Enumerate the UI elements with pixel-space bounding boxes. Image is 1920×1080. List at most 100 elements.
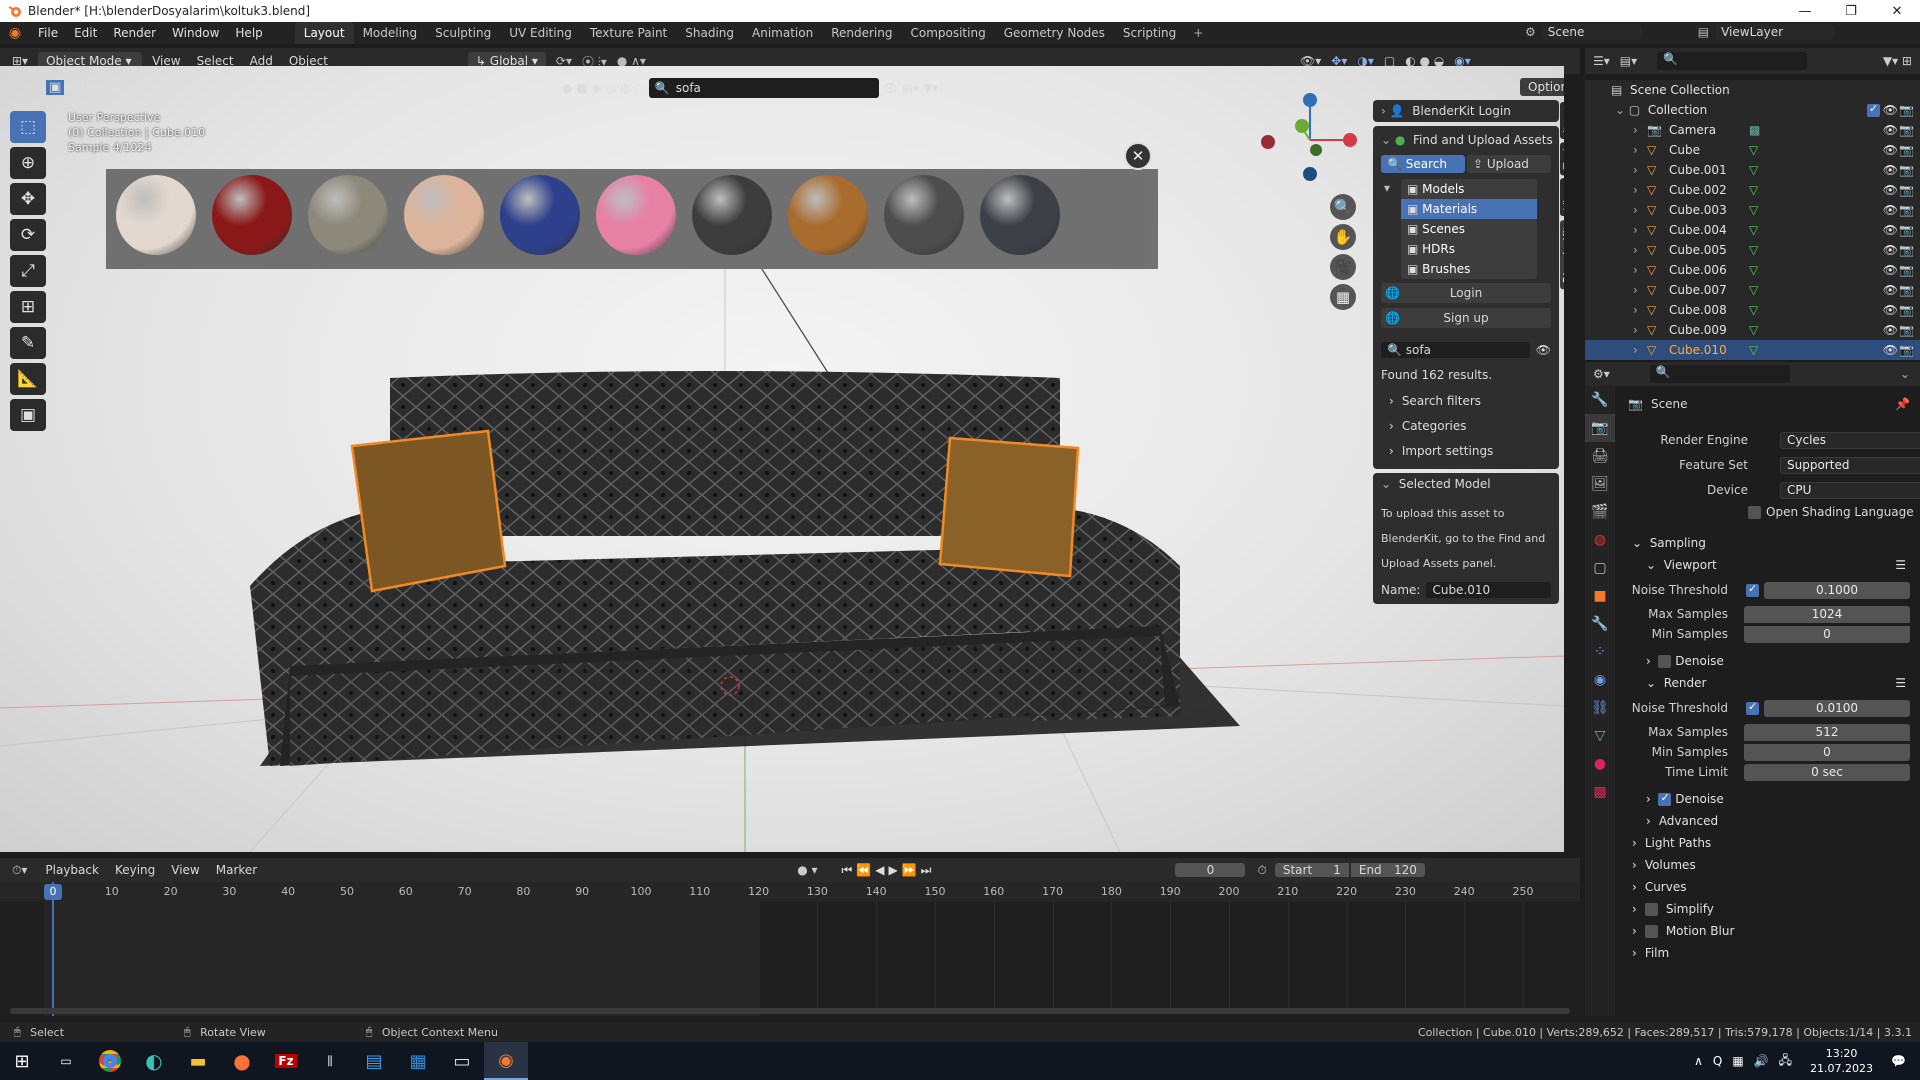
panel-search-input[interactable]: 🔍 sofa — [1381, 342, 1530, 358]
mesh-data-icon[interactable]: ▽ — [1749, 223, 1758, 237]
outliner-filter-icon[interactable]: ▼▾ ⊞ — [1883, 54, 1912, 68]
render-noise-field[interactable]: 0.0100 — [1764, 699, 1910, 717]
data-tab-icon[interactable]: ▽ — [1585, 722, 1615, 750]
render-camera-icon[interactable]: 📷 — [1899, 183, 1914, 197]
expand-icon[interactable]: › — [1633, 283, 1647, 297]
modifier-tab-icon[interactable]: 🔧 — [1585, 610, 1615, 638]
outliner-item[interactable]: › ▽ Cube.009 ▽ 👁 📷 — [1585, 320, 1920, 340]
ortho-toggle-icon[interactable]: ▦ — [1330, 284, 1356, 310]
section-film[interactable]: › Film — [1620, 942, 1920, 964]
tray-chevron-icon[interactable]: ∧ — [1694, 1054, 1703, 1068]
section-light-paths[interactable]: › Light Paths — [1620, 832, 1920, 854]
material-thumbnail[interactable] — [596, 175, 676, 255]
file-explorer-icon[interactable]: ▬ — [176, 1042, 220, 1080]
section-import-settings[interactable]: › Import settings — [1373, 438, 1559, 463]
workspace-tab-geometry-nodes[interactable]: Geometry Nodes — [995, 22, 1114, 44]
menu-render[interactable]: Render — [105, 22, 164, 44]
render-denoise-checkbox[interactable] — [1658, 791, 1672, 806]
properties-search-input[interactable]: 🔍 — [1649, 365, 1790, 383]
tray-drive-icon[interactable]: ▦ — [1732, 1054, 1743, 1068]
physics-tab-icon[interactable]: ◉ — [1585, 666, 1615, 694]
render-camera-icon[interactable]: 📷 — [1899, 283, 1914, 297]
edge-icon[interactable]: ◐ — [132, 1042, 176, 1080]
feature-set-dropdown[interactable]: Supported⌄ — [1780, 456, 1920, 474]
tool-tab-icon[interactable]: 🔧 — [1585, 386, 1615, 414]
render-noise-checkbox[interactable] — [1746, 700, 1759, 715]
add-workspace-button[interactable]: + — [1185, 26, 1211, 40]
texture-tab-icon[interactable]: ▩ — [1585, 778, 1615, 806]
app-icon[interactable]: ▦ — [396, 1042, 440, 1080]
filezilla-icon[interactable]: Fz — [264, 1042, 308, 1080]
visibility-eye-icon[interactable]: 👁 — [1883, 303, 1898, 317]
npanel-tab-item[interactable]: Item — [1560, 102, 1564, 140]
menu-help[interactable]: Help — [227, 22, 270, 44]
pan-icon[interactable]: ✋ — [1330, 224, 1356, 250]
collection-row[interactable]: ⌄ ▢ Collection👁📷 — [1585, 100, 1920, 120]
visibility-eye-icon[interactable]: 👁 — [1883, 143, 1898, 157]
move-tool-icon[interactable]: ✥ — [10, 183, 46, 215]
blender-menu-icon[interactable]: ◉ — [0, 25, 30, 41]
section-motion-blur[interactable]: › Motion Blur — [1620, 920, 1920, 942]
render-camera-icon[interactable]: 📷 — [1899, 163, 1914, 177]
outliner-item[interactable]: › ▽ Cube ▽ 👁 📷 — [1585, 140, 1920, 160]
object-tab-icon[interactable]: ■ — [1585, 582, 1615, 610]
select-subtract-icon[interactable]: ◨ — [81, 80, 93, 95]
viewlayer-tab-icon[interactable]: 🖼 — [1585, 470, 1615, 498]
transform-tool-icon[interactable]: ⊞ — [10, 291, 46, 323]
section-categories[interactable]: › Categories — [1373, 413, 1559, 438]
render-camera-icon[interactable]: 📷 — [1899, 343, 1914, 357]
viewport-denoise-row[interactable]: › Denoise — [1620, 650, 1920, 672]
time-limit-field[interactable]: 0 sec — [1744, 763, 1910, 781]
viewport-presets-icon[interactable]: ☰ — [1895, 558, 1906, 572]
render-camera-icon[interactable]: 📷 — [1899, 303, 1914, 317]
store-icon[interactable]: ▤ — [352, 1042, 396, 1080]
3d-viewport[interactable]: User Perspective (0) Collection | Cube.0… — [0, 66, 1564, 852]
clock[interactable]: 13:20 21.07.2023 — [1810, 1046, 1873, 1076]
material-thumbnail[interactable] — [404, 175, 484, 255]
mixer-icon[interactable]: ⫼ — [308, 1042, 352, 1080]
outliner-item[interactable]: › ▽ Cube.006 ▽ 👁 📷 — [1585, 260, 1920, 280]
select-new-icon[interactable]: ▣ — [46, 80, 65, 95]
npanel-tab-tool[interactable]: Tool — [1560, 142, 1564, 176]
render-tab-icon[interactable]: 📷 — [1585, 414, 1615, 442]
login-panel-header[interactable]: › 👤 BlenderKit Login — [1373, 100, 1559, 122]
viewport-search-input[interactable]: 🔍 sofa — [648, 78, 879, 98]
outliner-item[interactable]: › 📷 Camera ▩ 👁 📷 — [1585, 120, 1920, 140]
outliner-item[interactable]: › ▽ Cube.002 ▽ 👁 📷 — [1585, 180, 1920, 200]
render-camera-icon[interactable]: 📷 — [1899, 263, 1914, 277]
material-thumbnail[interactable] — [692, 175, 772, 255]
material-thumbnail[interactable] — [212, 175, 292, 255]
material-thumbnail[interactable] — [980, 175, 1060, 255]
material-thumbnail[interactable] — [884, 175, 964, 255]
login-button[interactable]: 🌐 Login — [1381, 283, 1551, 303]
expand-icon[interactable]: › — [1633, 323, 1647, 337]
material-thumbnail[interactable] — [500, 175, 580, 255]
category-brushes[interactable]: ▣ Brushes — [1401, 259, 1537, 279]
close-window-button[interactable]: ✕ — [1874, 0, 1920, 22]
close-results-button[interactable]: ✕ — [1124, 142, 1152, 170]
nav-gizmo[interactable] — [1260, 90, 1360, 190]
pin-icon[interactable]: 📌 — [1895, 397, 1910, 411]
expand-icon[interactable]: › — [1633, 223, 1647, 237]
display-mode-icon[interactable]: ▤▾ — [1620, 54, 1637, 68]
scene-field[interactable]: Scene — [1541, 24, 1642, 40]
category-hdrs[interactable]: ▣ HDRs — [1401, 239, 1537, 259]
end-frame-field[interactable]: End 120 — [1350, 863, 1425, 877]
render-subsection[interactable]: ⌄ Render ☰ — [1620, 672, 1920, 694]
expand-icon[interactable]: › — [1633, 343, 1647, 357]
restore-button[interactable]: ❐ — [1828, 0, 1874, 22]
camera-data-icon[interactable]: ▩ — [1749, 123, 1760, 137]
workspace-tab-scripting[interactable]: Scripting — [1114, 22, 1185, 44]
workspace-tab-uv-editing[interactable]: UV Editing — [500, 22, 581, 44]
section-search-filters[interactable]: › Search filters — [1373, 388, 1559, 413]
outliner-item[interactable]: › ▽ Cube.004 ▽ 👁 📷 — [1585, 220, 1920, 240]
render-camera-icon[interactable]: 📷 — [1899, 323, 1914, 337]
npanel-tab-blenderkit[interactable]: BlenderKit — [1560, 219, 1564, 289]
notification-icon[interactable]: 💬 — [1891, 1054, 1906, 1068]
playhead[interactable] — [52, 882, 54, 1016]
render-presets-icon[interactable]: ☰ — [1895, 676, 1906, 690]
firefox-icon[interactable]: ● — [220, 1042, 264, 1080]
visibility-eye-icon[interactable]: 👁 — [1883, 343, 1898, 357]
zoom-icon[interactable]: 🔍 — [1330, 194, 1356, 220]
select-intersect-icon[interactable]: ◪ — [109, 80, 121, 95]
